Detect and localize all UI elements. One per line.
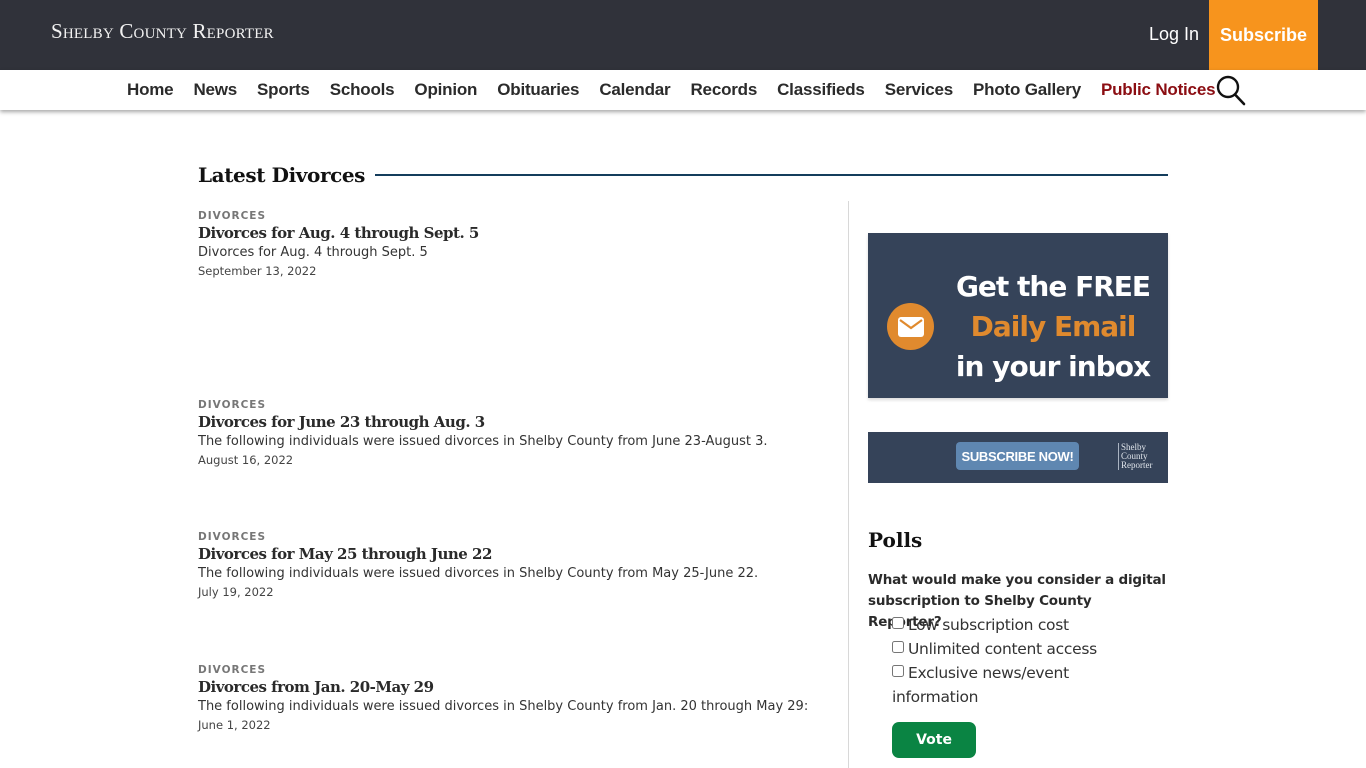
search-button[interactable] [1214,74,1248,106]
article-title[interactable]: Divorces for Aug. 4 through Sept. 5 [198,224,838,242]
article-item: Divorces Divorces for May 25 through Jun… [198,531,838,599]
nav-item-records[interactable]: Records [680,80,767,100]
article-title[interactable]: Divorces from Jan. 20-May 29 [198,678,838,696]
section-header: Latest Divorces [198,160,1168,190]
nav-item-calendar[interactable]: Calendar [589,80,680,100]
article-item: Divorces Divorces for Aug. 4 through Sep… [198,210,838,278]
section-title: Latest Divorces [198,163,366,187]
nav-items: Home News Sports Schools Opinion Obituar… [117,70,1225,110]
article-description: The following individuals were issued di… [198,434,768,449]
article-category[interactable]: Divorces [198,531,838,543]
article-title[interactable]: Divorces for May 25 through June 22 [198,545,838,563]
section-divider [375,174,1168,176]
email-ad-line2: Daily Email [970,310,1137,343]
poll-option-label: Low subscription cost [908,616,1069,634]
subscribe-now-button[interactable]: SUBSCRIBE NOW! [956,442,1079,470]
poll-option[interactable]: Exclusive news/event information [892,661,1142,709]
site-logo[interactable]: Shelby County Reporter [51,19,274,44]
poll-option[interactable]: Low subscription cost [892,613,1142,637]
main-nav: Home News Sports Schools Opinion Obituar… [0,70,1366,110]
article-date: June 1, 2022 [198,718,271,732]
article-category[interactable]: Divorces [198,399,838,411]
article-date: August 16, 2022 [198,453,294,467]
poll-option-checkbox[interactable] [892,665,904,677]
nav-item-obituaries[interactable]: Obituaries [487,80,589,100]
ad-logo-line3: Reporter [1121,460,1153,470]
envelope-badge [887,303,934,350]
article-description: The following individuals were issued di… [198,699,809,714]
login-link[interactable]: Log In [1149,24,1199,45]
poll-option[interactable]: Unlimited content access [892,637,1142,661]
polls-title: Polls [868,528,923,552]
poll-option-label: Exclusive news/event information [892,664,1069,706]
article-date: July 19, 2022 [198,585,274,599]
article-item: Divorces Divorces for June 23 through Au… [198,399,838,467]
email-ad-line1: Get the FREE [955,270,1151,303]
column-divider [848,201,849,768]
article-title[interactable]: Divorces for June 23 through Aug. 3 [198,413,838,431]
nav-item-photo-gallery[interactable]: Photo Gallery [963,80,1091,100]
subscribe-now-ad[interactable]: SUBSCRIBE NOW! Shelby County Reporter [868,432,1168,483]
article-description: Divorces for Aug. 4 through Sept. 5 [198,245,428,260]
article-description: The following individuals were issued di… [198,566,759,581]
email-ad-text: Get the FREE Daily Email in your inbox [938,267,1168,387]
nav-item-home[interactable]: Home [117,80,183,100]
article-category[interactable]: Divorces [198,210,838,222]
top-bar: Shelby County Reporter Log In Subscribe [0,0,1366,70]
poll-option-checkbox[interactable] [892,641,904,653]
nav-item-opinion[interactable]: Opinion [404,80,487,100]
search-icon [1216,75,1246,106]
nav-item-classifieds[interactable]: Classifieds [767,80,875,100]
nav-item-news[interactable]: News [183,80,247,100]
vote-button[interactable]: Vote [892,722,976,758]
article-date: September 13, 2022 [198,264,317,278]
ad-logo: Shelby County Reporter [1118,443,1153,470]
nav-item-sports[interactable]: Sports [247,80,320,100]
nav-item-services[interactable]: Services [875,80,963,100]
poll-option-checkbox[interactable] [892,617,904,629]
article-category[interactable]: Divorces [198,664,838,676]
poll-options: Low subscription cost Unlimited content … [892,613,1142,709]
article-item: Divorces Divorces from Jan. 20-May 29 Th… [198,664,838,732]
email-ad-line3: in your inbox [955,350,1151,383]
poll-option-label: Unlimited content access [908,640,1097,658]
daily-email-ad[interactable]: Get the FREE Daily Email in your inbox [868,233,1168,398]
nav-item-public-notices[interactable]: Public Notices [1091,80,1225,100]
subscribe-button[interactable]: Subscribe [1209,0,1318,70]
envelope-icon [897,316,924,337]
nav-item-schools[interactable]: Schools [320,80,405,100]
